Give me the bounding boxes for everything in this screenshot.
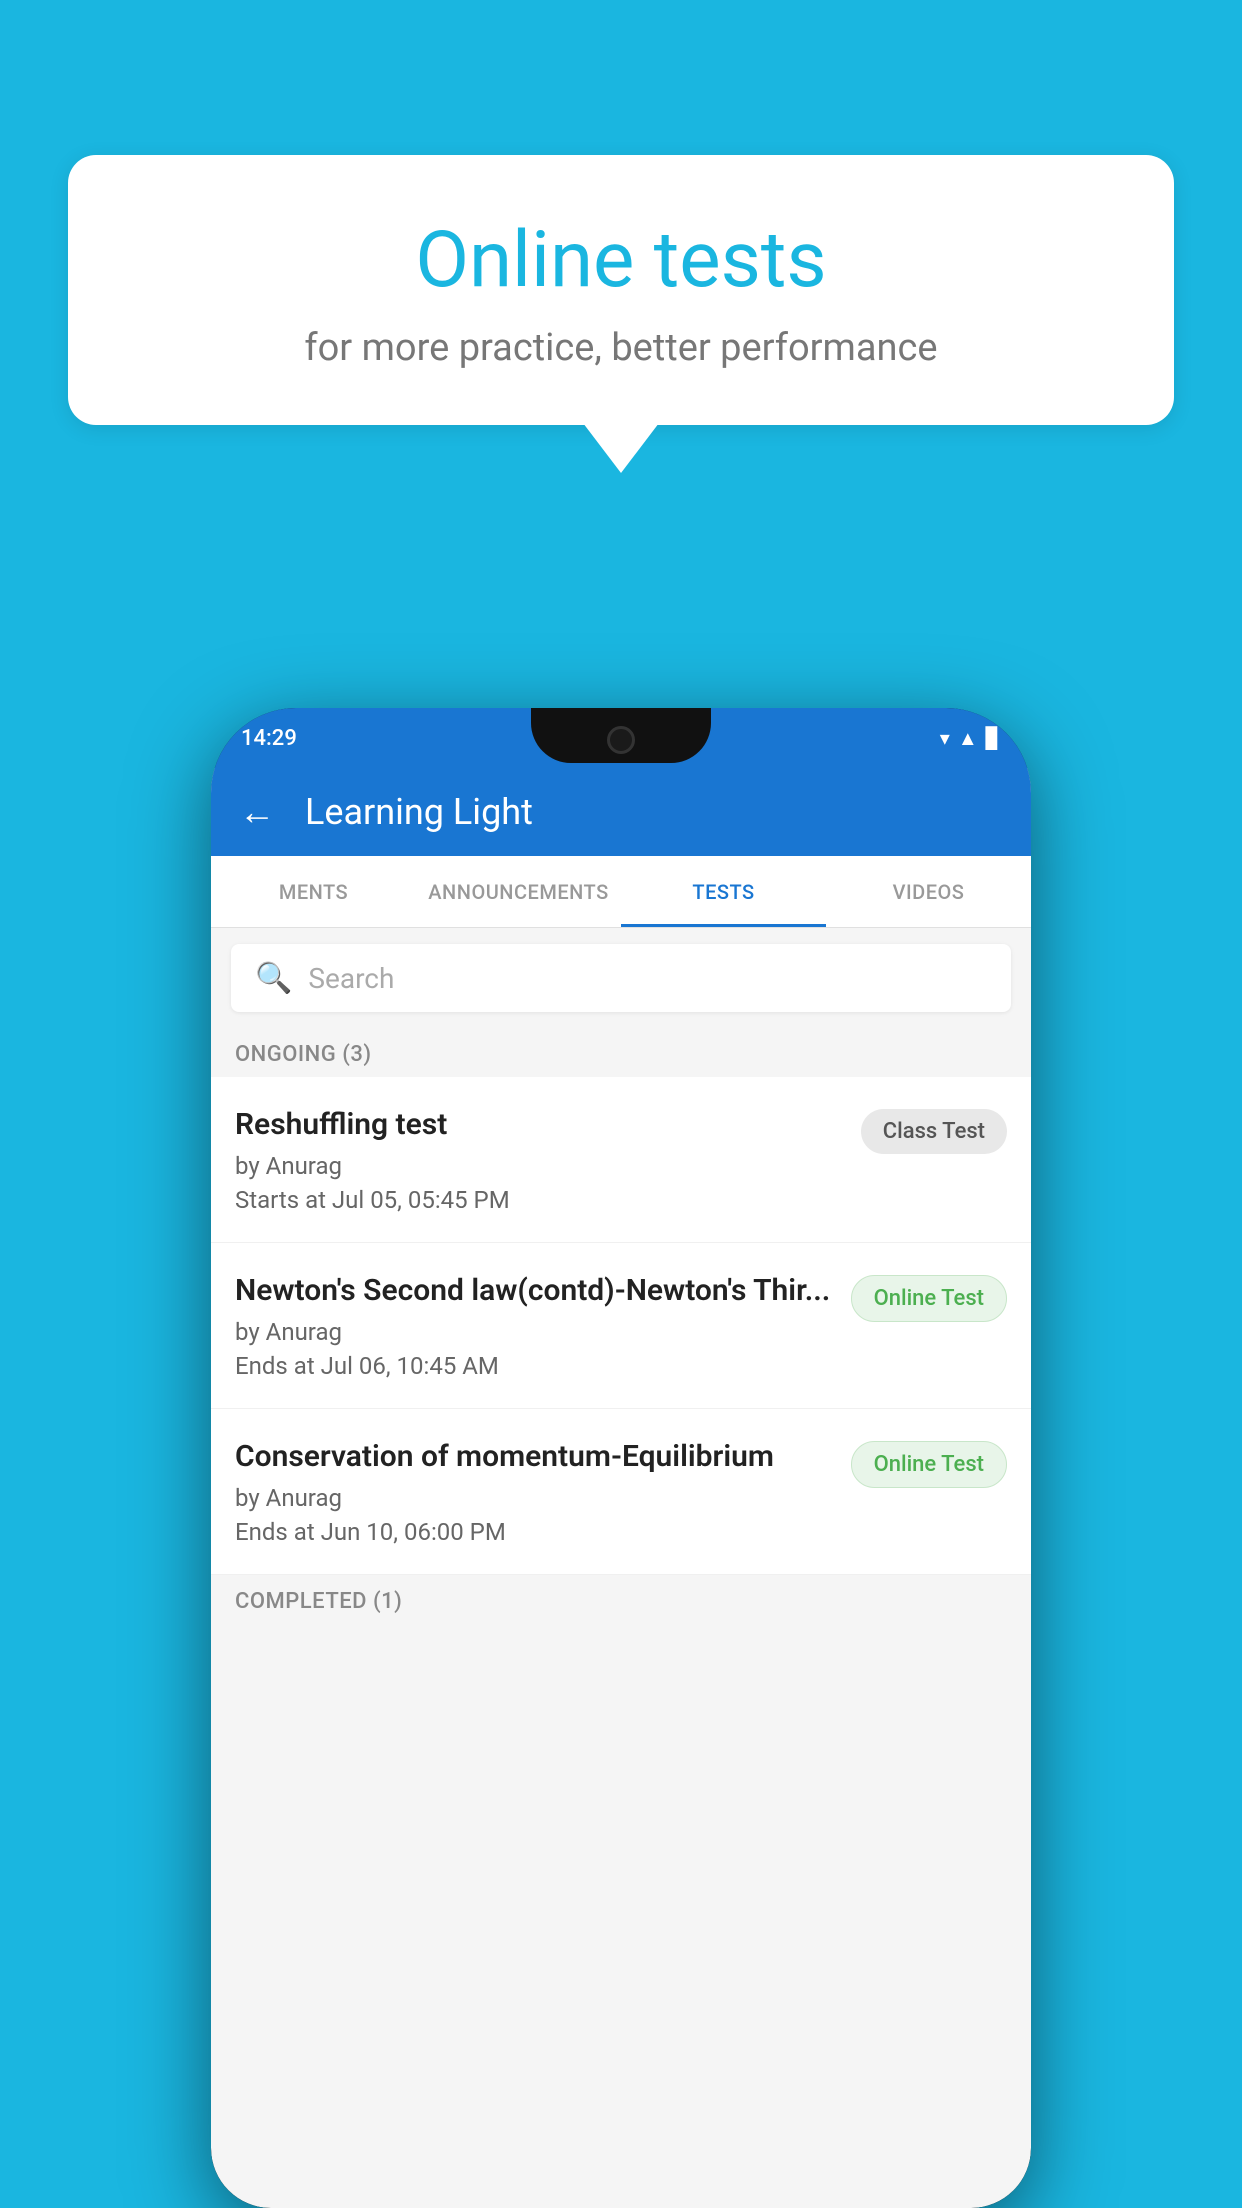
test-title-3: Conservation of momentum-Equilibrium (235, 1437, 831, 1476)
tab-ments[interactable]: MENTS (211, 856, 416, 927)
test-by-3: by Anurag (235, 1484, 831, 1512)
tab-videos[interactable]: VIDEOS (826, 856, 1031, 927)
status-icons: ▾ ▲ ▊ (940, 726, 1001, 751)
test-info-2: Newton's Second law(contd)-Newton's Thir… (235, 1271, 831, 1380)
test-time-2: Ends at Jul 06, 10:45 AM (235, 1352, 831, 1380)
test-badge-1: Class Test (861, 1109, 1007, 1154)
signal-icon: ▲ (958, 726, 978, 751)
test-item-3[interactable]: Conservation of momentum-Equilibrium by … (211, 1409, 1031, 1575)
test-item-1[interactable]: Reshuffling test by Anurag Starts at Jul… (211, 1077, 1031, 1243)
back-button[interactable]: ← (239, 791, 275, 833)
test-badge-3: Online Test (851, 1441, 1007, 1488)
test-by-1: by Anurag (235, 1152, 841, 1180)
phone-screen: ← Learning Light MENTS ANNOUNCEMENTS TES… (211, 768, 1031, 2208)
tab-announcements[interactable]: ANNOUNCEMENTS (416, 856, 621, 927)
bubble-title: Online tests (148, 215, 1094, 306)
phone-frame: 14:29 ▾ ▲ ▊ ← Learning Light MENTS ANNOU… (211, 708, 1031, 2208)
tests-list: Reshuffling test by Anurag Starts at Jul… (211, 1077, 1031, 1575)
app-bar-title: Learning Light (305, 791, 533, 833)
tabs-bar: MENTS ANNOUNCEMENTS TESTS VIDEOS (211, 856, 1031, 928)
bubble-subtitle: for more practice, better performance (148, 326, 1094, 370)
test-info-1: Reshuffling test by Anurag Starts at Jul… (235, 1105, 841, 1214)
search-placeholder: Search (308, 962, 394, 995)
test-info-3: Conservation of momentum-Equilibrium by … (235, 1437, 831, 1546)
test-time-1: Starts at Jul 05, 05:45 PM (235, 1186, 841, 1214)
test-title-2: Newton's Second law(contd)-Newton's Thir… (235, 1271, 831, 1310)
search-container: 🔍 Search (211, 928, 1031, 1028)
completed-section-header: COMPLETED (1) (211, 1575, 1031, 1624)
wifi-icon: ▾ (940, 726, 950, 750)
tab-tests[interactable]: TESTS (621, 856, 826, 927)
test-badge-2: Online Test (851, 1275, 1007, 1322)
test-title-1: Reshuffling test (235, 1105, 841, 1144)
test-item-2[interactable]: Newton's Second law(contd)-Newton's Thir… (211, 1243, 1031, 1409)
front-camera (607, 726, 635, 754)
search-box[interactable]: 🔍 Search (231, 944, 1011, 1012)
status-bar: 14:29 ▾ ▲ ▊ (211, 708, 1031, 768)
test-time-3: Ends at Jun 10, 06:00 PM (235, 1518, 831, 1546)
app-bar: ← Learning Light (211, 768, 1031, 856)
battery-icon: ▊ (986, 726, 1001, 750)
test-by-2: by Anurag (235, 1318, 831, 1346)
speech-bubble: Online tests for more practice, better p… (68, 155, 1174, 425)
status-time: 14:29 (241, 726, 297, 751)
ongoing-label: ONGOING (3) (235, 1042, 372, 1067)
search-icon: 🔍 (255, 961, 292, 996)
completed-label: COMPLETED (1) (235, 1589, 402, 1614)
ongoing-section-header: ONGOING (3) (211, 1028, 1031, 1077)
